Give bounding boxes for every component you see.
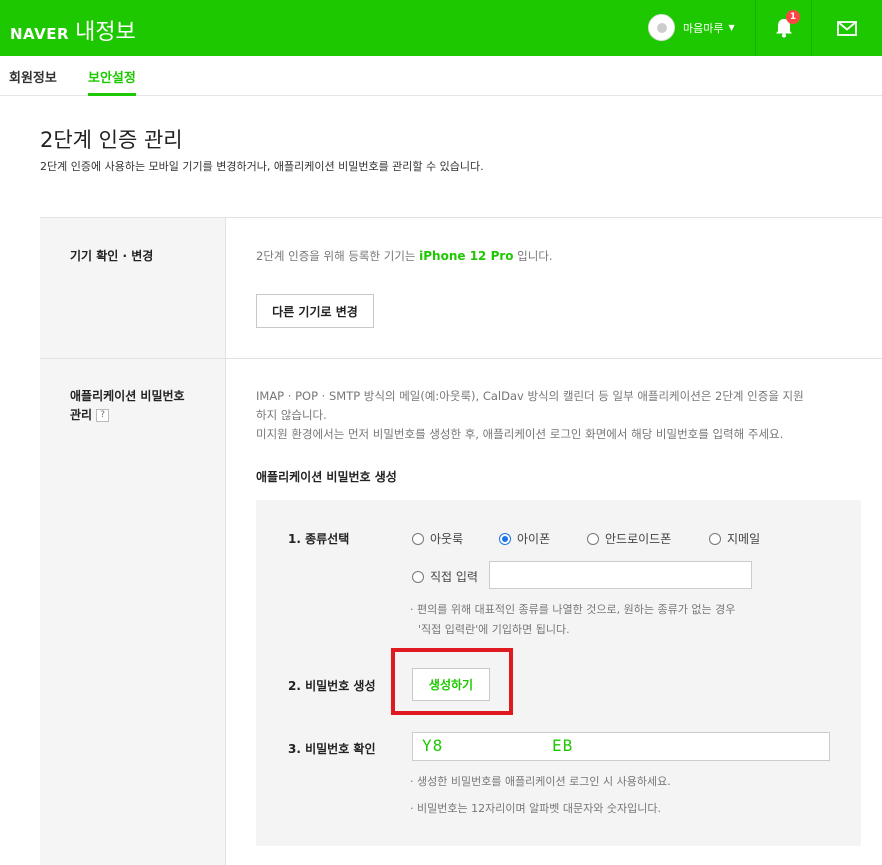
page-description: 2단계 인증에 사용하는 모바일 기기를 변경하거나, 애플리케이션 비밀번호를… [40, 160, 484, 173]
type-note: · 편의를 위해 대표적인 종류를 나열한 것으로, 원하는 종류가 없는 경우… [410, 600, 735, 640]
naver-logo[interactable]: NAVER 내정보 [10, 14, 136, 46]
service-title: 내정보 [75, 20, 136, 45]
help-icon[interactable]: ? [96, 409, 110, 422]
radio-android-label: 안드로이드폰 [605, 532, 672, 546]
section-divider [40, 358, 882, 359]
app-password-description: IMAP · POP · SMTP 방식의 메일(예:아웃룩), CalDav … [256, 387, 804, 444]
radio-icon [412, 570, 424, 583]
direct-input-field[interactable] [489, 561, 752, 589]
format-note: · 비밀번호는 12자리이며 알파벳 대문자와 숫자입니다. [410, 802, 661, 815]
notification-button[interactable]: 1 [755, 0, 811, 56]
radio-direct-label: 직접 입력 [430, 570, 478, 584]
top-header: NAVER 내정보 마음마루 ▼ 1 [0, 0, 882, 56]
page-title: 2단계 인증 관리 [40, 128, 183, 152]
device-text-before: 2단계 인증을 위해 등록한 기기는 [256, 249, 420, 263]
change-device-button[interactable]: 다른 기기로 변경 [256, 294, 374, 328]
step1-label: 1. 종류선택 [288, 532, 350, 546]
device-info-text: 2단계 인증을 위해 등록한 기기는 iPhone 12 Pro 입니다. [256, 247, 553, 266]
radio-direct-input[interactable]: 직접 입력 [412, 568, 478, 585]
label-column [40, 218, 225, 865]
mail-button[interactable] [811, 0, 882, 56]
radio-checked-icon [499, 532, 511, 545]
radio-iphone-label: 아이폰 [517, 532, 551, 546]
column-divider [225, 218, 226, 865]
radio-icon [709, 532, 721, 545]
desc-line-1: IMAP · POP · SMTP 방식의 메일(예:아웃룩), CalDav … [256, 389, 804, 403]
avatar [648, 14, 675, 41]
type-note-line2: '직접 입력란'에 기입하면 됩니다. [418, 623, 570, 636]
tab-security[interactable]: 보안설정 [88, 67, 136, 96]
device-text-after: 입니다. [513, 249, 553, 263]
brand-text: NAVER [10, 25, 70, 43]
desc-line-3: 미지원 환경에서는 먼저 비밀번호를 생성한 후, 애플리케이션 로그인 화면에… [256, 427, 784, 441]
app-password-section-label: 애플리케이션 비밀번호 관리? [70, 387, 185, 425]
radio-iphone[interactable]: 아이폰 [499, 530, 550, 547]
type-note-line1: · 편의를 위해 대표적인 종류를 나열한 것으로, 원하는 종류가 없는 경우 [410, 603, 736, 616]
app-password-label-line1: 애플리케이션 비밀번호 [70, 389, 185, 403]
highlight-box [391, 648, 513, 715]
usage-note: · 생성한 비밀번호를 애플리케이션 로그인 시 사용하세요. [410, 775, 671, 788]
radio-android[interactable]: 안드로이드폰 [587, 530, 671, 547]
generation-panel [256, 500, 861, 846]
radio-outlook-label: 아웃룩 [430, 532, 464, 546]
radio-icon [587, 532, 599, 545]
radio-gmail[interactable]: 지메일 [709, 530, 760, 547]
notification-badge: 1 [786, 10, 800, 24]
profile-menu[interactable]: 마음마루 ▼ [648, 14, 735, 41]
password-field[interactable]: Y8 EB [412, 732, 830, 761]
desc-line-2: 하지 않습니다. [256, 408, 327, 422]
device-section-label: 기기 확인 · 변경 [70, 249, 154, 263]
tab-bar: 회원정보 보안설정 [0, 56, 882, 96]
generate-subtitle: 애플리케이션 비밀번호 생성 [256, 470, 397, 484]
tab-member-info[interactable]: 회원정보 [9, 67, 57, 86]
user-name: 마음마루 [683, 21, 724, 35]
app-password-label-line2: 관리 [70, 408, 93, 422]
mail-icon [837, 20, 857, 36]
radio-outlook[interactable]: 아웃룩 [412, 530, 463, 547]
chevron-down-icon: ▼ [728, 23, 735, 32]
device-name: iPhone 12 Pro [419, 249, 514, 263]
password-end: EB [552, 736, 574, 755]
table-top-border [40, 217, 882, 218]
redaction-mask [446, 733, 552, 760]
step3-label: 3. 비밀번호 확인 [288, 742, 376, 756]
step2-label: 2. 비밀번호 생성 [288, 679, 376, 693]
radio-icon [412, 532, 424, 545]
radio-gmail-label: 지메일 [727, 532, 761, 546]
password-start: Y8 [422, 736, 444, 755]
